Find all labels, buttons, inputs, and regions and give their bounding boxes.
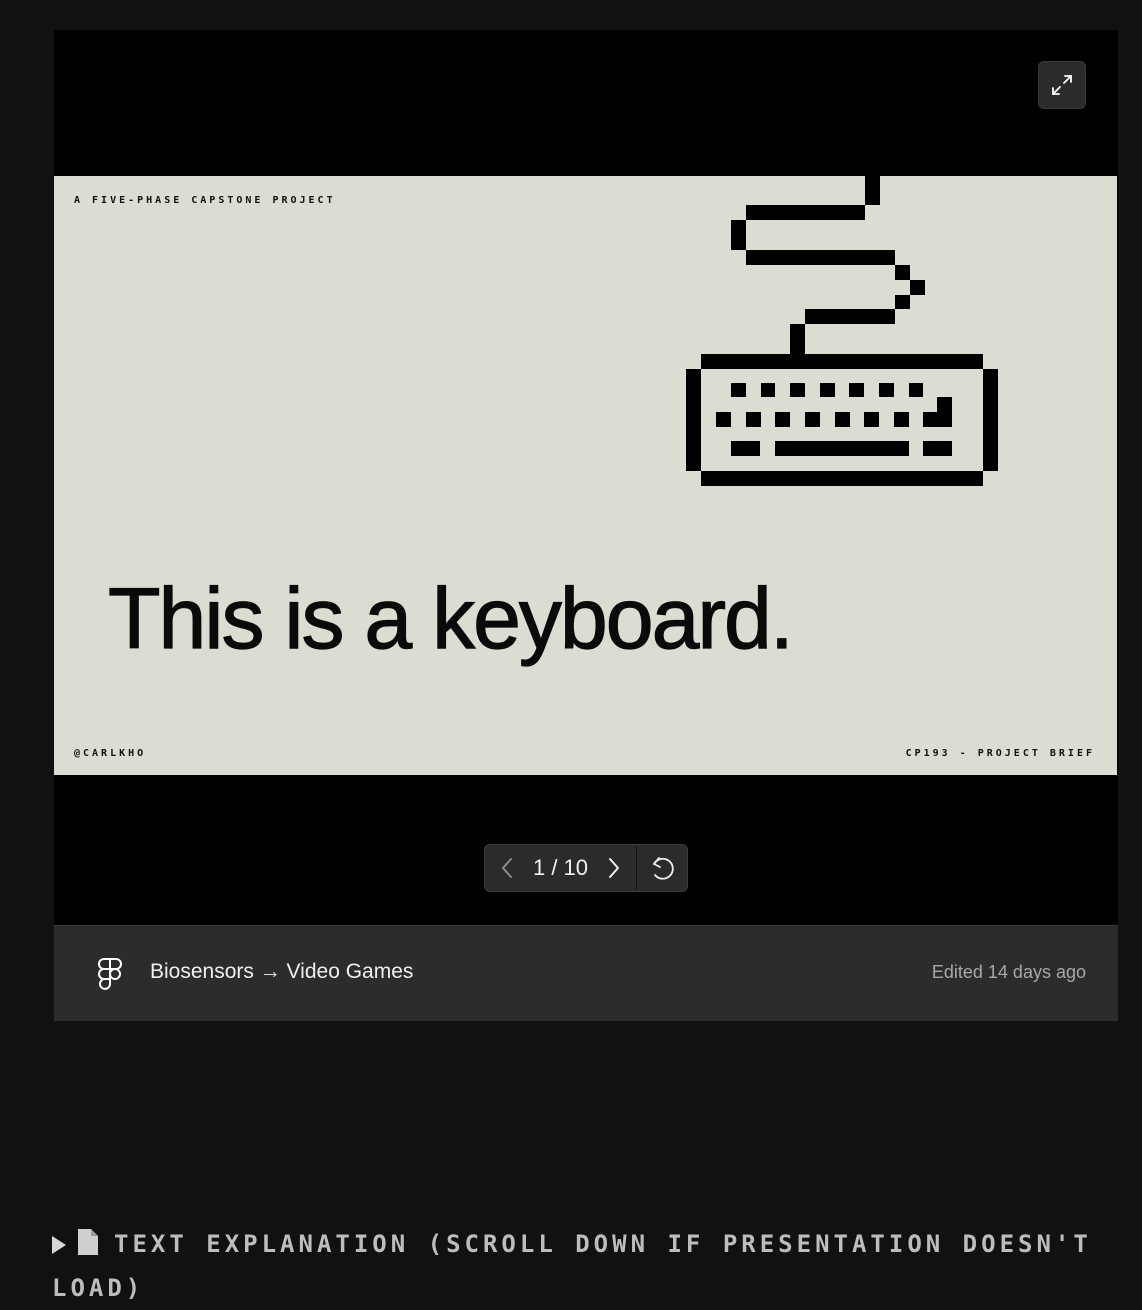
restart-button[interactable]: [637, 845, 687, 891]
chevron-right-icon: [608, 858, 619, 878]
pager-controls: 1 / 10: [485, 845, 637, 891]
pixel-keyboard-icon: [686, 176, 998, 486]
slide-handle: @CARLKHO: [74, 748, 147, 759]
restart-icon: [653, 857, 674, 880]
triangle-right-icon[interactable]: [52, 1236, 66, 1254]
fullscreen-button[interactable]: [1038, 61, 1086, 109]
figma-icon: [98, 958, 122, 990]
slide-course-label: CP193 - PROJECT BRIEF: [905, 748, 1095, 759]
slide-pager: 1 / 10: [484, 844, 688, 892]
embed-footer: Biosensors → Video Games Edited 14 days …: [54, 925, 1118, 1021]
edited-timestamp: Edited 14 days ago: [931, 962, 1086, 982]
slide-headline: This is a keyboard.: [107, 570, 794, 667]
toggle-label: TEXT EXPLANATION (SCROLL DOWN IF PRESENT…: [52, 1230, 1092, 1302]
figma-embed: A FIVE-PHASE CAPSTONE PROJECT This is a …: [54, 30, 1118, 1021]
next-slide-button[interactable]: [604, 856, 624, 880]
file-title[interactable]: Biosensors → Video Games: [150, 960, 413, 984]
slide-top-label: A FIVE-PHASE CAPSTONE PROJECT: [74, 195, 336, 206]
presentation-slide: A FIVE-PHASE CAPSTONE PROJECT This is a …: [54, 176, 1117, 775]
chevron-left-icon: [502, 858, 512, 878]
previous-slide-button[interactable]: [497, 856, 517, 880]
text-explanation-toggle[interactable]: TEXT EXPLANATION (SCROLL DOWN IF PRESENT…: [52, 1222, 1112, 1310]
page-icon: [78, 1229, 98, 1255]
slide-counter: 1 / 10: [532, 855, 589, 880]
expand-arrows-icon: [1052, 75, 1072, 95]
